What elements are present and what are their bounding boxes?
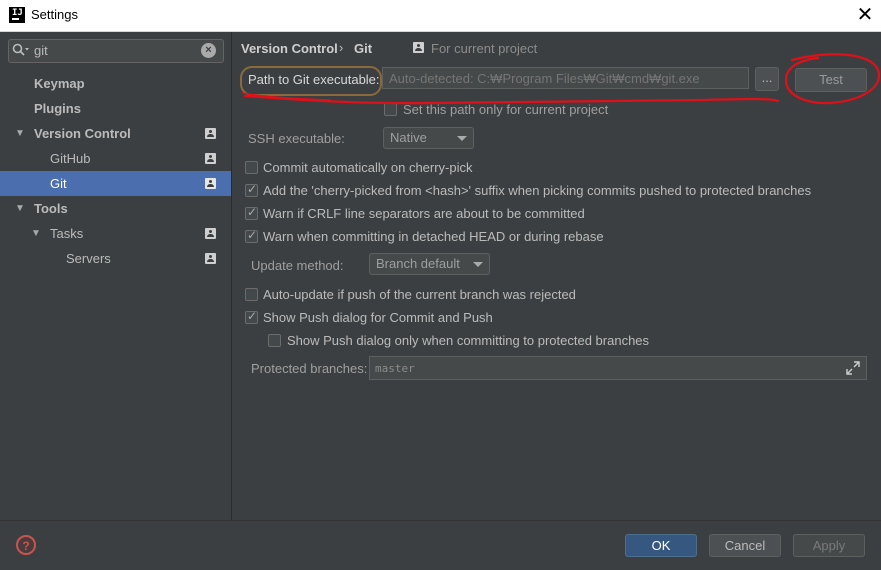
path-to-git-label: Path to Git executable: bbox=[248, 72, 380, 87]
cherry-picked-suffix-label: Add the 'cherry-picked from <hash>' suff… bbox=[263, 183, 812, 198]
browse-button[interactable]: ... bbox=[755, 67, 779, 91]
protected-branches-label: Protected branches: bbox=[251, 361, 368, 376]
update-method-value: Branch default bbox=[376, 256, 460, 271]
search-icon bbox=[12, 43, 30, 59]
update-method-select[interactable]: Branch default bbox=[369, 253, 490, 275]
breadcrumb-separator: › bbox=[339, 40, 344, 55]
sidebar-item-label: Tasks bbox=[50, 226, 84, 241]
project-icon bbox=[413, 42, 424, 53]
sidebar-item-label: Servers bbox=[66, 251, 111, 266]
close-icon[interactable]: ✕ bbox=[852, 2, 878, 28]
commit-cherry-pick-checkbox[interactable] bbox=[245, 161, 258, 174]
chevron-down-icon[interactable]: ▼ bbox=[31, 221, 41, 246]
sidebar-item-github[interactable]: GitHub bbox=[0, 146, 231, 171]
sidebar-item-keymap[interactable]: Keymap bbox=[0, 71, 231, 96]
update-method-label: Update method: bbox=[251, 258, 344, 273]
ok-button[interactable]: OK bbox=[625, 534, 697, 557]
project-icon bbox=[205, 128, 216, 139]
sidebar-item-tools[interactable]: ▼ Tools bbox=[0, 196, 231, 221]
auto-update-checkbox[interactable] bbox=[245, 288, 258, 301]
warn-detached-head-checkbox[interactable] bbox=[245, 228, 258, 243]
sidebar-item-label: Tools bbox=[34, 201, 68, 216]
ssh-executable-value: Native bbox=[390, 130, 427, 145]
auto-update-label: Auto-update if push of the current branc… bbox=[263, 287, 576, 302]
clear-icon[interactable]: × bbox=[201, 43, 216, 58]
project-icon bbox=[205, 178, 216, 189]
apply-button[interactable]: Apply bbox=[793, 534, 865, 557]
sidebar-item-tasks[interactable]: ▼ Tasks bbox=[0, 221, 231, 246]
sidebar-item-label: Plugins bbox=[34, 101, 81, 116]
show-push-protected-checkbox[interactable] bbox=[268, 334, 281, 347]
chevron-down-icon bbox=[473, 262, 483, 267]
sidebar-item-git[interactable]: Git bbox=[0, 171, 231, 196]
ssh-executable-label: SSH executable: bbox=[248, 131, 345, 146]
chevron-down-icon bbox=[457, 136, 467, 141]
set-path-only-label: Set this path only for current project bbox=[403, 102, 609, 117]
sidebar-item-label: Keymap bbox=[34, 76, 85, 91]
warn-crlf-checkbox[interactable] bbox=[245, 205, 258, 220]
warn-detached-head-label: Warn when committing in detached HEAD or… bbox=[263, 229, 604, 244]
chevron-down-icon[interactable]: ▼ bbox=[15, 121, 25, 146]
show-push-protected-label: Show Push dialog only when committing to… bbox=[287, 333, 650, 348]
search-input[interactable] bbox=[34, 41, 194, 59]
sidebar-item-servers[interactable]: Servers bbox=[0, 246, 231, 271]
project-icon bbox=[205, 228, 216, 239]
project-icon bbox=[205, 153, 216, 164]
show-push-dialog-label: Show Push dialog for Commit and Push bbox=[263, 310, 493, 325]
sidebar-item-label: Git bbox=[50, 176, 67, 191]
sidebar-item-label: Version Control bbox=[34, 126, 131, 141]
test-button[interactable]: Test bbox=[795, 68, 867, 92]
protected-branches-input[interactable] bbox=[369, 356, 867, 380]
sidebar-item-version-control[interactable]: ▼ Version Control bbox=[0, 121, 231, 146]
app-icon-text: IJ bbox=[12, 8, 23, 18]
window-title: Settings bbox=[31, 7, 78, 22]
chevron-down-icon[interactable]: ▼ bbox=[15, 196, 25, 221]
sidebar-item-label: GitHub bbox=[50, 151, 91, 166]
title-bar bbox=[0, 0, 881, 32]
breadcrumb-parent[interactable]: Version Control bbox=[241, 41, 338, 56]
project-icon bbox=[205, 253, 216, 264]
warn-crlf-label: Warn if CRLF line separators are about t… bbox=[263, 206, 585, 221]
cherry-picked-suffix-checkbox[interactable] bbox=[245, 182, 258, 197]
scope-label: For current project bbox=[431, 41, 538, 56]
commit-cherry-pick-label: Commit automatically on cherry-pick bbox=[263, 160, 473, 175]
ssh-executable-select[interactable]: Native bbox=[383, 127, 474, 149]
sidebar-item-plugins[interactable]: Plugins bbox=[0, 96, 231, 121]
git-path-input[interactable] bbox=[382, 67, 749, 89]
cancel-button[interactable]: Cancel bbox=[709, 534, 781, 557]
show-push-dialog-checkbox[interactable] bbox=[245, 309, 258, 324]
expand-icon[interactable] bbox=[846, 361, 860, 375]
help-icon[interactable]: ? bbox=[16, 535, 36, 555]
breadcrumb-current: Git bbox=[354, 41, 373, 56]
set-path-only-checkbox[interactable] bbox=[384, 103, 397, 116]
intellij-app-icon: IJ bbox=[9, 7, 25, 23]
